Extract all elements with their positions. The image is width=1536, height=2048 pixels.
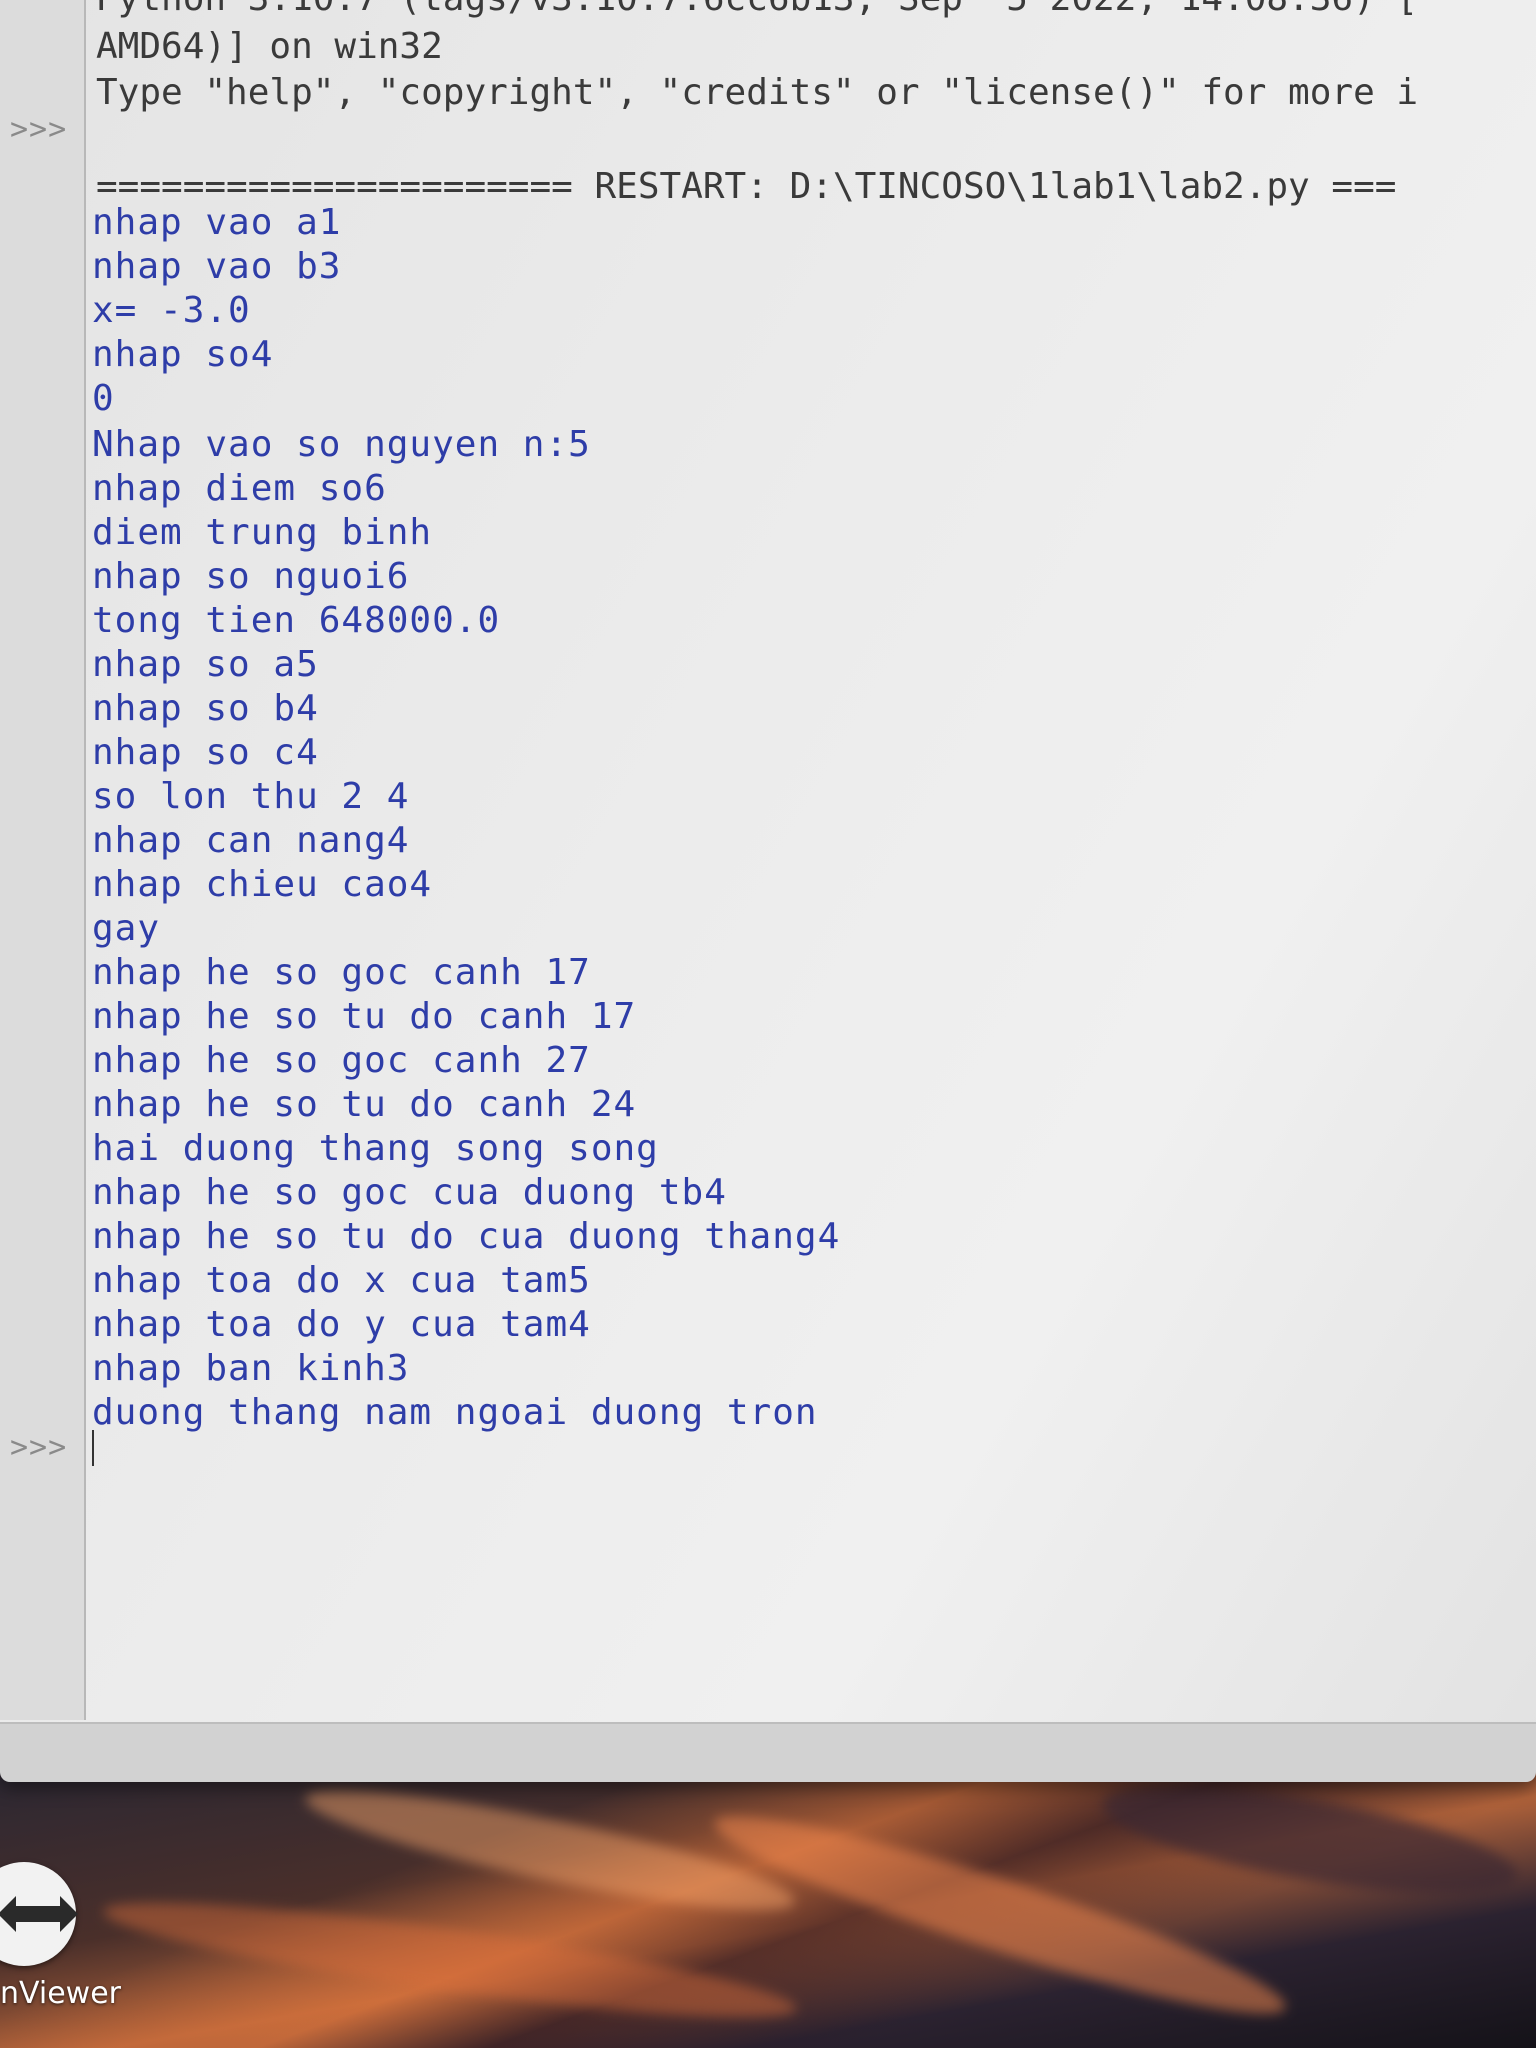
output-line: nhap he so tu do canh 17 xyxy=(92,996,637,1037)
output-line: diem trung binh xyxy=(92,512,433,553)
output-line: so lon thu 2 4 xyxy=(92,776,410,817)
shell-prompt: >>> xyxy=(10,112,68,147)
output-line: nhap ban kinh3 xyxy=(92,1348,410,1389)
window-status-bar xyxy=(0,1722,1536,1782)
output-line: hai duong thang song song xyxy=(92,1128,659,1169)
desktop-wallpaper xyxy=(0,1760,1536,2048)
output-line: 0 xyxy=(92,378,115,419)
output-line: nhap vao b3 xyxy=(92,246,342,287)
output-line: nhap he so goc cua duong tb4 xyxy=(92,1172,727,1213)
output-line: nhap diem so6 xyxy=(92,468,387,509)
output-line: nhap he so goc canh 17 xyxy=(92,952,591,993)
output-line: nhap so nguoi6 xyxy=(92,556,410,597)
output-line: nhap so a5 xyxy=(92,644,319,685)
python-version-line: Python 3.10.7 (tags/v3.10.7:6cc6b13, Sep… xyxy=(96,0,1418,19)
output-line: nhap toa do x cua tam5 xyxy=(92,1260,591,1301)
output-line: nhap he so tu do canh 24 xyxy=(92,1084,637,1125)
output-line: Nhap vao so nguyen n:5 xyxy=(92,424,591,465)
restart-line: ====================== RESTART: D:\TINCO… xyxy=(96,166,1397,207)
output-line: nhap he so tu do cua duong thang4 xyxy=(92,1216,841,1257)
output-line: gay xyxy=(92,908,161,949)
app-shortcut-label: nViewer xyxy=(0,1976,121,2011)
output-line: nhap so4 xyxy=(92,334,274,375)
arrows-icon xyxy=(0,1896,78,1932)
output-line: nhap so b4 xyxy=(92,688,319,729)
input-caret[interactable] xyxy=(92,1430,94,1466)
output-line: duong thang nam ngoai duong tron xyxy=(92,1392,818,1433)
prompt-gutter: >>> >>> xyxy=(0,0,86,1720)
output-line: nhap can nang4 xyxy=(92,820,410,861)
shell-prompt-current: >>> xyxy=(10,1430,68,1465)
output-line: tong tien 648000.0 xyxy=(92,600,501,641)
output-line: nhap he so goc canh 27 xyxy=(92,1040,591,1081)
platform-line: AMD64)] on win32 xyxy=(96,26,443,67)
help-hint-line: Type "help", "copyright", "credits" or "… xyxy=(96,72,1419,113)
output-line: x= -3.0 xyxy=(92,290,251,331)
output-line: nhap toa do y cua tam4 xyxy=(92,1304,591,1345)
idle-shell-window[interactable]: >>> >>> Python 3.10.7 (tags/v3.10.7:6cc6… xyxy=(0,0,1536,1782)
output-line: nhap chieu cao4 xyxy=(92,864,433,905)
output-line: nhap so c4 xyxy=(92,732,319,773)
output-line: nhap vao a1 xyxy=(92,202,342,243)
